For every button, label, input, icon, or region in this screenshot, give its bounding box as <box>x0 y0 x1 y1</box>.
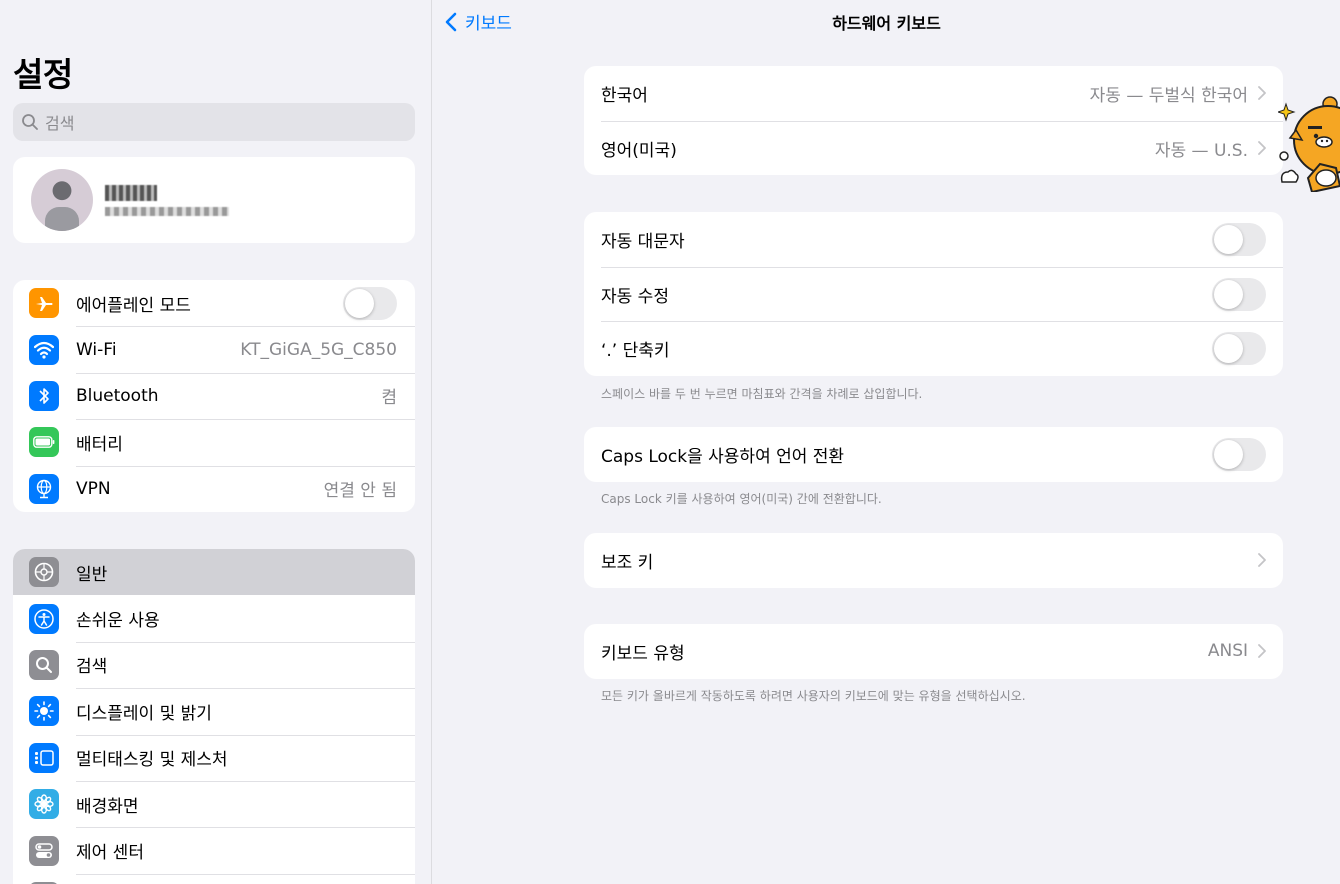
vpn-status: 연결 안 됨 <box>323 481 397 502</box>
search-icon <box>29 649 59 680</box>
sidebar-item-display-brightness[interactable]: 디스플레이 및 밝기 <box>13 688 415 734</box>
wallpaper-flower-icon <box>29 789 59 820</box>
sidebar-item-label: 배경화면 <box>76 796 139 817</box>
sidebar-item-label: VPN <box>76 478 111 499</box>
wifi-icon <box>29 334 59 365</box>
wifi-network-name: KT_GiGA_5G_C850 <box>240 339 397 360</box>
sidebar-item-battery[interactable]: 배터리 <box>13 419 415 465</box>
sidebar-item-label: 제어 센터 <box>76 843 144 864</box>
redacted-account-name <box>105 184 157 201</box>
period-shortcut-toggle[interactable] <box>1212 332 1266 366</box>
auto-correction-row: 자동 수정 <box>584 266 1283 322</box>
typing-options-group: 자동 대문자 자동 수정 ‘.’ 단축키 <box>584 212 1283 377</box>
sidebar-item-accessibility[interactable]: 손쉬운 사용 <box>13 595 415 641</box>
avatar <box>31 169 93 231</box>
sidebar-item-label: 배터리 <box>76 434 123 455</box>
keyboard-type-row[interactable]: 키보드 유형 ANSI <box>584 624 1283 679</box>
caps-lock-switch-row: Caps Lock을 사용하여 언어 전환 <box>584 427 1283 482</box>
sidebar-item-partial[interactable] <box>13 873 415 884</box>
language-label: 영어(미국) <box>601 140 677 161</box>
bluetooth-status: 켬 <box>381 388 397 409</box>
gear-icon <box>29 557 59 588</box>
chevron-right-icon <box>1258 141 1266 155</box>
chevron-right-icon <box>1258 644 1266 659</box>
modifier-keys-row[interactable]: 보조 키 <box>584 533 1283 588</box>
chevron-right-icon <box>1258 86 1266 101</box>
caps-lock-footnote: Caps Lock 키를 사용하여 영어(미국) 간에 전환합니다. <box>601 492 882 506</box>
search-placeholder: 검색 <box>45 114 75 133</box>
period-shortcut-row: ‘.’ 단축키 <box>584 321 1283 376</box>
sidebar-item-bluetooth[interactable]: Bluetooth 켬 <box>13 372 415 419</box>
brightness-icon <box>29 696 59 727</box>
sidebar-item-label: Bluetooth <box>76 385 159 406</box>
redacted-account-subtitle <box>105 206 229 216</box>
option-label: 자동 수정 <box>601 286 669 307</box>
language-row-korean[interactable]: 한국어 자동 — 두벌식 한국어 <box>584 66 1283 121</box>
auto-capitalization-toggle[interactable] <box>1212 222 1266 256</box>
nav-bar: 키보드 하드웨어 키보드 <box>433 0 1340 40</box>
apple-account-card[interactable] <box>13 157 415 243</box>
sidebar-item-label: Wi-Fi <box>76 339 117 360</box>
settings-sidebar: 설정 검색 에어플레인 모드 Wi-Fi KT_GiGA_5G_C850 Blu… <box>0 0 432 884</box>
multitasking-icon <box>29 742 59 773</box>
keyboard-type-value: ANSI <box>1207 641 1248 662</box>
airplane-icon <box>29 288 59 319</box>
language-row-english-us[interactable]: 영어(미국) 자동 — U.S. <box>584 120 1283 176</box>
sidebar-item-wifi[interactable]: Wi-Fi KT_GiGA_5G_C850 <box>13 326 415 372</box>
search-icon <box>22 114 38 130</box>
keyboard-type-group: 키보드 유형 ANSI <box>584 624 1283 679</box>
vpn-globe-icon <box>29 473 59 504</box>
option-label: ‘.’ 단축키 <box>601 341 670 362</box>
connectivity-group: 에어플레인 모드 Wi-Fi KT_GiGA_5G_C850 Bluetooth… <box>13 280 415 512</box>
sidebar-item-control-center[interactable]: 제어 센터 <box>13 827 415 873</box>
sidebar-item-vpn[interactable]: VPN 연결 안 됨 <box>13 465 415 512</box>
sidebar-item-label: 일반 <box>76 564 108 585</box>
airplane-mode-toggle[interactable] <box>343 286 397 320</box>
caps-lock-language-toggle[interactable] <box>1212 437 1266 471</box>
sidebar-item-label: 에어플레인 모드 <box>76 295 191 316</box>
chevron-right-icon <box>1258 553 1266 568</box>
search-field[interactable]: 검색 <box>13 103 415 141</box>
modifier-keys-group: 보조 키 <box>584 533 1283 588</box>
ryan-character-sticker <box>1278 96 1340 192</box>
control-center-icon <box>29 835 59 866</box>
page-title: 하드웨어 키보드 <box>832 14 941 33</box>
sidebar-item-search[interactable]: 검색 <box>13 641 415 688</box>
option-label: 보조 키 <box>601 552 654 573</box>
auto-correction-toggle[interactable] <box>1212 277 1266 311</box>
system-group: 일반 손쉬운 사용 검색 디스플레이 및 밝기 멀티태스킹 및 제스처 배경화면… <box>13 549 415 884</box>
period-shortcut-footnote: 스페이스 바를 두 번 누르면 마침표와 간격을 차례로 삽입합니다. <box>601 387 923 401</box>
sidebar-item-wallpaper[interactable]: 배경화면 <box>13 780 415 827</box>
language-label: 한국어 <box>601 85 648 106</box>
input-languages-group: 한국어 자동 — 두벌식 한국어 영어(미국) 자동 — U.S. <box>584 66 1283 176</box>
keyboard-type-footnote: 모든 키가 올바르게 작동하도록 하려면 사용자의 키보드에 맞는 유형을 선택… <box>601 689 1026 703</box>
language-layout-value: 자동 — U.S. <box>1154 140 1248 161</box>
sidebar-item-label: 멀티태스킹 및 제스처 <box>76 750 228 771</box>
sidebar-item-label: 손쉬운 사용 <box>76 611 160 632</box>
language-layout-value: 자동 — 두벌식 한국어 <box>1089 85 1248 106</box>
sidebar-item-label: 검색 <box>76 657 108 678</box>
sidebar-item-multitasking[interactable]: 멀티태스킹 및 제스처 <box>13 734 415 781</box>
sidebar-item-label: 디스플레이 및 밝기 <box>76 703 212 724</box>
battery-icon <box>29 427 59 458</box>
auto-capitalization-row: 자동 대문자 <box>584 212 1283 267</box>
option-label: 자동 대문자 <box>601 231 685 252</box>
caps-lock-group: Caps Lock을 사용하여 언어 전환 <box>584 427 1283 482</box>
sidebar-title: 설정 <box>13 55 73 94</box>
sidebar-item-airplane-mode[interactable]: 에어플레인 모드 <box>13 280 415 326</box>
option-label: Caps Lock을 사용하여 언어 전환 <box>601 446 845 467</box>
sidebar-item-general[interactable]: 일반 <box>13 549 415 596</box>
accessibility-icon <box>29 603 59 634</box>
option-label: 키보드 유형 <box>601 643 685 664</box>
bluetooth-icon <box>29 380 59 411</box>
